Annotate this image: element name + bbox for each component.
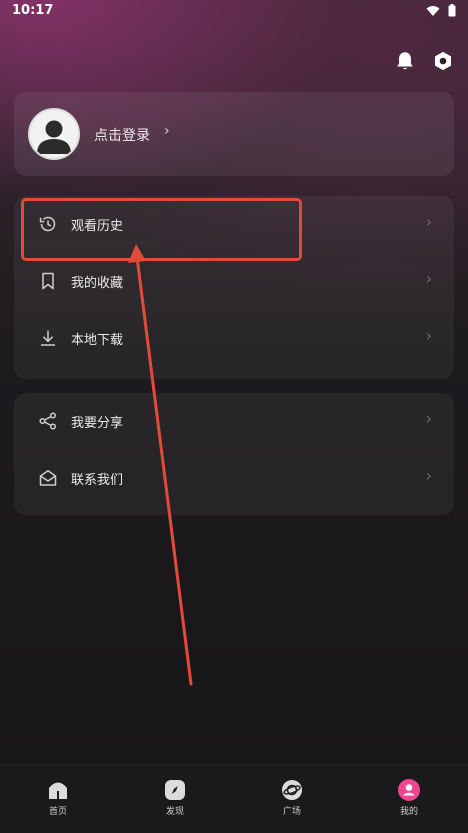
nav-label: 我的: [399, 807, 418, 817]
avatar[interactable]: [28, 108, 80, 160]
status-bar: 10:17: [0, 0, 468, 22]
menu-item-share[interactable]: 我要分享 ›: [14, 393, 454, 450]
chevron-right-icon: ›: [425, 212, 432, 231]
default-avatar-icon: [37, 120, 71, 154]
nav-label: 广场: [282, 807, 301, 817]
nav-label: 发现: [165, 807, 184, 817]
settings-icon[interactable]: [432, 50, 454, 72]
top-actions: [394, 50, 454, 72]
menu-item-label: 联系我们: [71, 473, 124, 488]
highlight-box: [21, 198, 302, 261]
menu-item-local-download[interactable]: 本地下载 ›: [14, 310, 454, 367]
wifi-icon: [426, 5, 440, 16]
status-icons: [426, 4, 456, 17]
nav-item-square[interactable]: 广场: [262, 779, 322, 817]
battery-icon: [448, 4, 456, 17]
planet-icon: [282, 780, 302, 800]
bookmark-icon: [42, 272, 54, 290]
chevron-right-icon: ›: [425, 466, 432, 485]
chevron-right-icon: ›: [425, 326, 432, 345]
menu-item-contact-us[interactable]: 联系我们 ›: [14, 450, 454, 507]
nav-item-discover[interactable]: 发现: [145, 779, 205, 817]
home-icon: [49, 782, 67, 799]
mail-icon: [39, 470, 57, 486]
menu-item-label: 本地下载: [71, 333, 124, 348]
nav-item-home[interactable]: 首页: [28, 779, 88, 817]
menu-item-favorites[interactable]: 我的收藏 ›: [14, 253, 454, 310]
chevron-right-icon: ›: [425, 409, 432, 428]
menu-card-secondary: 我要分享 › 联系我们 ›: [14, 393, 454, 515]
login-label[interactable]: 点击登录: [94, 125, 150, 145]
status-time: 10:17: [12, 3, 54, 18]
nav-item-mine[interactable]: 我的: [379, 779, 439, 817]
download-icon: [41, 330, 55, 346]
compass-icon: [165, 780, 185, 800]
login-card[interactable]: 点击登录 ›: [14, 92, 454, 176]
bell-icon[interactable]: [394, 50, 416, 72]
share-icon: [39, 412, 57, 430]
menu-item-label: 我要分享: [71, 416, 124, 431]
nav-label: 首页: [48, 807, 67, 817]
chevron-right-icon: ›: [425, 269, 432, 288]
login-chevron-icon: ›: [164, 123, 170, 139]
menu-item-label: 我的收藏: [71, 276, 124, 291]
profile-icon: [398, 779, 420, 801]
bottom-nav: 首页 发现 广场 我的: [0, 764, 468, 833]
